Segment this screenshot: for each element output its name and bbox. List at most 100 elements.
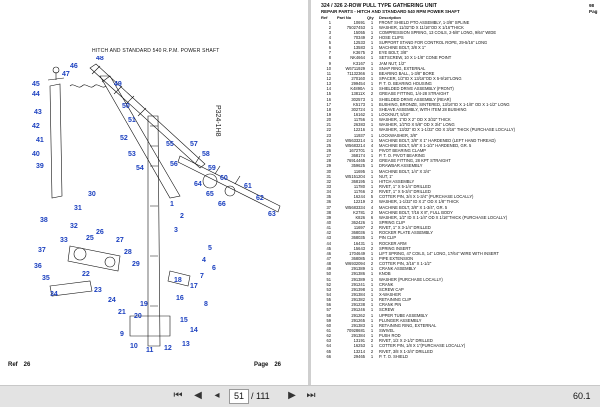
callout-57: 57 bbox=[190, 141, 198, 148]
last-page-button[interactable]: ⏭ bbox=[303, 389, 319, 403]
footer-page: Page 26 bbox=[254, 362, 281, 368]
callout-16: 16 bbox=[176, 295, 184, 302]
callout-66: 66 bbox=[218, 201, 226, 208]
callout-2: 2 bbox=[180, 213, 184, 220]
callout-1: 1 bbox=[170, 201, 174, 208]
exploded-parts-diagram: 45 44 43 42 41 40 39 47 46 48 49 50 51 5… bbox=[32, 56, 281, 354]
callout-6: 6 bbox=[212, 265, 216, 272]
callout-60: 60 bbox=[220, 175, 228, 182]
footer-ref-number: 26 bbox=[23, 362, 31, 368]
callout-5: 5 bbox=[208, 245, 212, 252]
page-number-input[interactable]: 51 bbox=[229, 389, 249, 404]
jack-stand bbox=[49, 83, 63, 199]
callout-51: 51 bbox=[128, 117, 136, 124]
footer-ref: Ref 26 bbox=[8, 362, 30, 368]
callout-27: 27 bbox=[116, 237, 124, 244]
callout-37: 37 bbox=[38, 247, 46, 254]
drawbar bbox=[99, 75, 181, 199]
callout-labels: 45 44 43 42 41 40 39 47 46 48 49 50 51 5… bbox=[32, 56, 276, 354]
callout-17: 17 bbox=[190, 283, 198, 290]
document-page-right: 324 / 326 2-ROW PULL TYPE GATHERING UNIT… bbox=[311, 0, 600, 385]
callout-35: 35 bbox=[42, 275, 50, 282]
callout-61: 61 bbox=[244, 183, 252, 190]
footer-ref-label: Ref bbox=[8, 362, 18, 368]
row-part-number: 29465 bbox=[353, 353, 365, 359]
callout-45: 45 bbox=[32, 81, 40, 88]
first-page-button[interactable]: ⏮ bbox=[170, 389, 186, 403]
callout-18: 18 bbox=[174, 277, 182, 284]
callout-12: 12 bbox=[164, 345, 172, 352]
callout-20: 20 bbox=[134, 313, 142, 320]
callout-29: 29 bbox=[132, 261, 140, 268]
callout-36: 36 bbox=[34, 263, 42, 270]
power-shaft-upper bbox=[89, 63, 206, 169]
callout-38: 38 bbox=[40, 217, 48, 224]
callout-59: 59 bbox=[208, 165, 216, 172]
callout-4: 4 bbox=[202, 257, 206, 264]
callout-9: 9 bbox=[120, 331, 124, 338]
callout-25: 25 bbox=[86, 235, 94, 242]
previous-icon[interactable]: ◂ bbox=[209, 389, 225, 403]
callout-52: 52 bbox=[120, 135, 128, 142]
footer-page-label: Page bbox=[254, 362, 269, 368]
callout-56: 56 bbox=[170, 161, 178, 168]
lift-spring bbox=[69, 84, 107, 88]
next-page-button[interactable]: ▶ bbox=[284, 389, 300, 403]
parts-list: 1 10691 1 FRONT SHIELD PTO ASSEMBLY, 1-3/8"… bbox=[321, 20, 600, 359]
callout-10: 10 bbox=[130, 343, 138, 350]
callout-31: 31 bbox=[74, 205, 82, 212]
callout-15: 15 bbox=[180, 317, 188, 324]
callout-41: 41 bbox=[36, 137, 44, 144]
parts-list-corner-top: 98 bbox=[589, 3, 595, 8]
callout-49: 49 bbox=[114, 81, 122, 88]
callout-48: 48 bbox=[96, 56, 104, 62]
callout-47: 47 bbox=[62, 71, 70, 78]
callout-34: 34 bbox=[50, 291, 58, 298]
callout-24: 24 bbox=[108, 297, 116, 304]
callout-23: 23 bbox=[94, 287, 102, 294]
viewer-statusbar: ⏮ ◀ ◂ 51 / 111 ▶ ⏭ 60.1 bbox=[0, 385, 600, 407]
parts-list-corner-bottom: Pag bbox=[589, 9, 598, 14]
callout-65: 65 bbox=[206, 191, 214, 198]
prev-page-button[interactable]: ◀ bbox=[190, 389, 206, 403]
diagram-heading: HITCH AND STANDARD 540 R.P.M. POWER SHAF… bbox=[92, 48, 220, 54]
callout-64: 64 bbox=[194, 181, 202, 188]
callout-14: 14 bbox=[190, 327, 198, 334]
parts-list-row: 66 29465 1 P. T. O. SHIELD bbox=[321, 354, 600, 359]
callout-63: 63 bbox=[268, 211, 276, 218]
callout-7: 7 bbox=[200, 273, 204, 280]
callout-55: 55 bbox=[166, 141, 174, 148]
callout-13: 13 bbox=[182, 341, 190, 348]
callout-43: 43 bbox=[34, 109, 42, 116]
row-description: P. T. O. SHIELD bbox=[379, 353, 408, 359]
callout-28: 28 bbox=[124, 249, 132, 256]
callout-46: 46 bbox=[70, 63, 78, 70]
callout-53: 53 bbox=[128, 151, 136, 158]
callout-26: 26 bbox=[96, 229, 104, 236]
zoom-level[interactable]: 60.1 bbox=[573, 389, 591, 403]
callout-54: 54 bbox=[136, 165, 144, 172]
callout-8: 8 bbox=[204, 301, 208, 308]
callout-39: 39 bbox=[36, 163, 44, 170]
page-count: / 111 bbox=[251, 391, 270, 401]
callout-58: 58 bbox=[202, 151, 210, 158]
callout-44: 44 bbox=[32, 91, 40, 98]
callout-22: 22 bbox=[82, 271, 90, 278]
callout-50: 50 bbox=[122, 103, 130, 110]
parts-list-subtitle: REPAIR PARTS - HITCH AND STANDARD 540 RP… bbox=[321, 9, 460, 14]
callout-19: 19 bbox=[140, 301, 148, 308]
callout-32: 32 bbox=[70, 223, 78, 230]
callout-30: 30 bbox=[88, 191, 96, 198]
callout-42: 42 bbox=[32, 123, 40, 130]
callout-21: 21 bbox=[118, 309, 126, 316]
footer-page-number: 26 bbox=[274, 362, 282, 368]
callout-3: 3 bbox=[174, 227, 178, 234]
callout-11: 11 bbox=[146, 347, 154, 354]
callout-62: 62 bbox=[256, 195, 264, 202]
row-qty: 1 bbox=[370, 353, 374, 359]
hitch-standard bbox=[147, 115, 161, 347]
callout-40: 40 bbox=[32, 151, 40, 158]
row-ref: 66 bbox=[326, 353, 331, 359]
callout-33: 33 bbox=[60, 237, 68, 244]
document-page-left: HITCH AND STANDARD 540 R.P.M. POWER SHAF… bbox=[0, 0, 308, 385]
